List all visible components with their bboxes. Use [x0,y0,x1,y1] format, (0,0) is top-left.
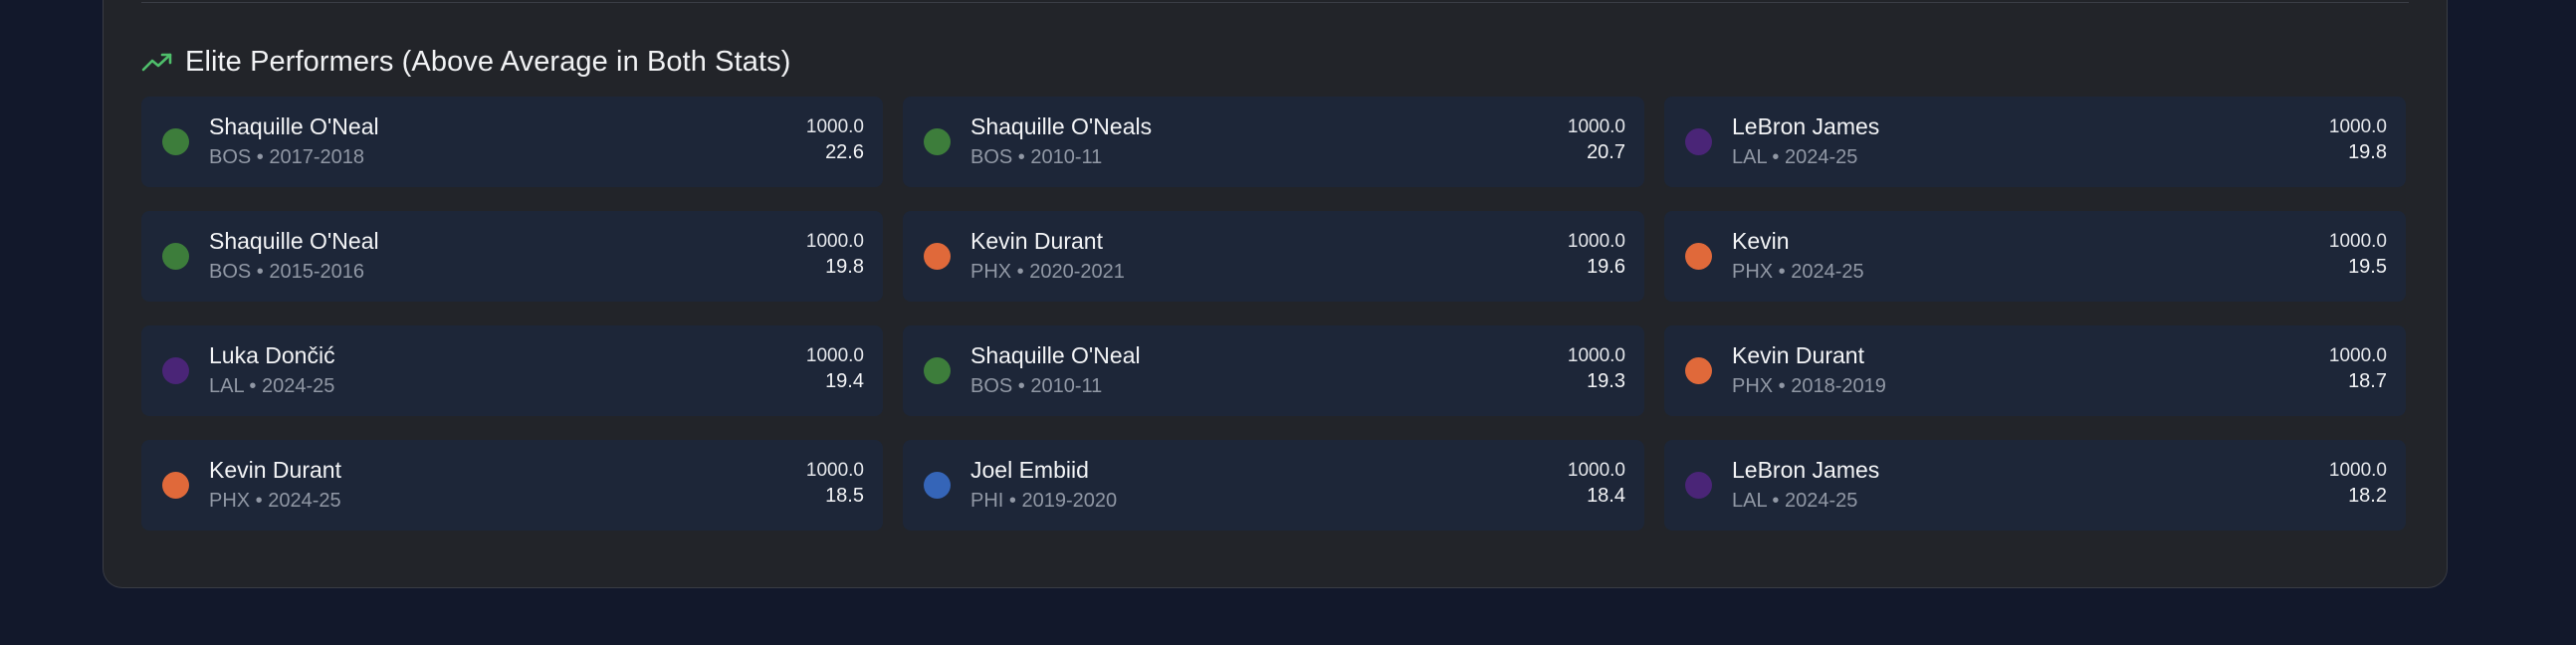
player-stat-secondary: 18.5 [825,485,864,507]
player-name: LeBron James [1732,113,1880,139]
team-color-dot [162,128,189,155]
player-name: LeBron James [1732,457,1880,483]
player-team-season: BOS • 2015-2016 [209,261,364,283]
player-team-season: BOS • 2017-2018 [209,146,364,168]
trending-up-icon [141,50,173,74]
player-stat-secondary: 22.6 [825,141,864,163]
player-card[interactable]: Kevin Durant PHX • 2024-25 1000.0 18.5 [141,440,883,531]
team-color-dot [1685,128,1712,155]
player-stat-primary: 1000.0 [805,116,864,137]
player-card[interactable]: Shaquille O'Neal BOS • 2015-2016 1000.0 … [141,211,883,302]
player-card[interactable]: LeBron James LAL • 2024-25 1000.0 19.8 [1664,97,2406,187]
player-stat-secondary: 18.4 [1587,485,1625,507]
section-header: Elite Performers (Above Average in Both … [141,45,791,79]
player-team-season: PHX • 2024-25 [1732,261,1864,283]
player-card[interactable]: Kevin Durant PHX • 2018-2019 1000.0 18.7 [1664,325,2406,416]
player-stat-primary: 1000.0 [2328,116,2387,137]
player-card[interactable]: Kevin PHX • 2024-25 1000.0 19.5 [1664,211,2406,302]
player-name: Shaquille O'Neal [209,113,379,139]
team-color-dot [1685,357,1712,384]
team-color-dot [924,243,951,270]
player-team-season: PHX • 2020-2021 [970,261,1125,283]
player-team-season: LAL • 2024-25 [1732,146,1858,168]
team-color-dot [1685,472,1712,499]
player-name: Shaquille O'Neal [970,342,1141,368]
player-card[interactable]: Shaquille O'Neal BOS • 2010-11 1000.0 19… [903,325,1644,416]
player-card[interactable]: Kevin Durant PHX • 2020-2021 1000.0 19.6 [903,211,1644,302]
player-stat-secondary: 19.8 [2348,141,2387,163]
team-color-dot [924,357,951,384]
player-card[interactable]: Joel Embiid PHI • 2019-2020 1000.0 18.4 [903,440,1644,531]
player-name: Kevin Durant [970,228,1103,254]
player-stat-primary: 1000.0 [1567,116,1625,137]
player-stat-secondary: 18.2 [2348,485,2387,507]
player-card-grid: Shaquille O'Neal BOS • 2017-2018 1000.0 … [141,97,2406,531]
team-color-dot [1685,243,1712,270]
player-team-season: PHI • 2019-2020 [970,490,1118,512]
player-name: Shaquille O'Neals [970,113,1153,139]
player-stat-primary: 1000.0 [2328,345,2387,366]
player-stat-secondary: 19.5 [2348,256,2387,278]
player-name: Kevin Durant [1732,342,1864,368]
player-card[interactable]: Shaquille O'Neal BOS • 2017-2018 1000.0 … [141,97,883,187]
player-team-season: LAL • 2024-25 [1732,490,1858,512]
player-name: Joel Embiid [970,457,1089,483]
player-stat-primary: 1000.0 [805,460,864,481]
team-color-dot [162,243,189,270]
section-title: Elite Performers (Above Average in Both … [185,45,791,78]
player-team-season: PHX • 2018-2019 [1732,375,1886,397]
player-stat-primary: 1000.0 [805,231,864,252]
player-stat-primary: 1000.0 [2328,231,2387,252]
player-stat-secondary: 19.6 [1587,256,1625,278]
team-color-dot [162,472,189,499]
player-stat-primary: 1000.0 [1567,345,1625,366]
player-stat-secondary: 19.4 [825,370,864,392]
player-team-season: BOS • 2010-11 [970,146,1103,168]
elite-performers-panel: Elite Performers (Above Average in Both … [103,0,2448,588]
player-stat-secondary: 18.7 [2348,370,2387,392]
player-name: Kevin [1732,228,1790,254]
player-card[interactable]: Luka Dončić LAL • 2024-25 1000.0 19.4 [141,325,883,416]
player-team-season: LAL • 2024-25 [209,375,335,397]
player-card[interactable]: Shaquille O'Neals BOS • 2010-11 1000.0 2… [903,97,1644,187]
player-stat-primary: 1000.0 [1567,231,1625,252]
player-stat-secondary: 19.8 [825,256,864,278]
player-card[interactable]: LeBron James LAL • 2024-25 1000.0 18.2 [1664,440,2406,531]
player-stat-primary: 1000.0 [805,345,864,366]
team-color-dot [162,357,189,384]
player-team-season: PHX • 2024-25 [209,490,341,512]
player-name: Luka Dončić [209,342,335,368]
section-divider [141,2,2409,3]
team-color-dot [924,472,951,499]
player-name: Shaquille O'Neal [209,228,379,254]
player-stat-secondary: 20.7 [1587,141,1625,163]
player-team-season: BOS • 2010-11 [970,375,1103,397]
player-stat-primary: 1000.0 [1567,460,1625,481]
team-color-dot [924,128,951,155]
player-name: Kevin Durant [209,457,341,483]
player-stat-primary: 1000.0 [2328,460,2387,481]
player-stat-secondary: 19.3 [1587,370,1625,392]
